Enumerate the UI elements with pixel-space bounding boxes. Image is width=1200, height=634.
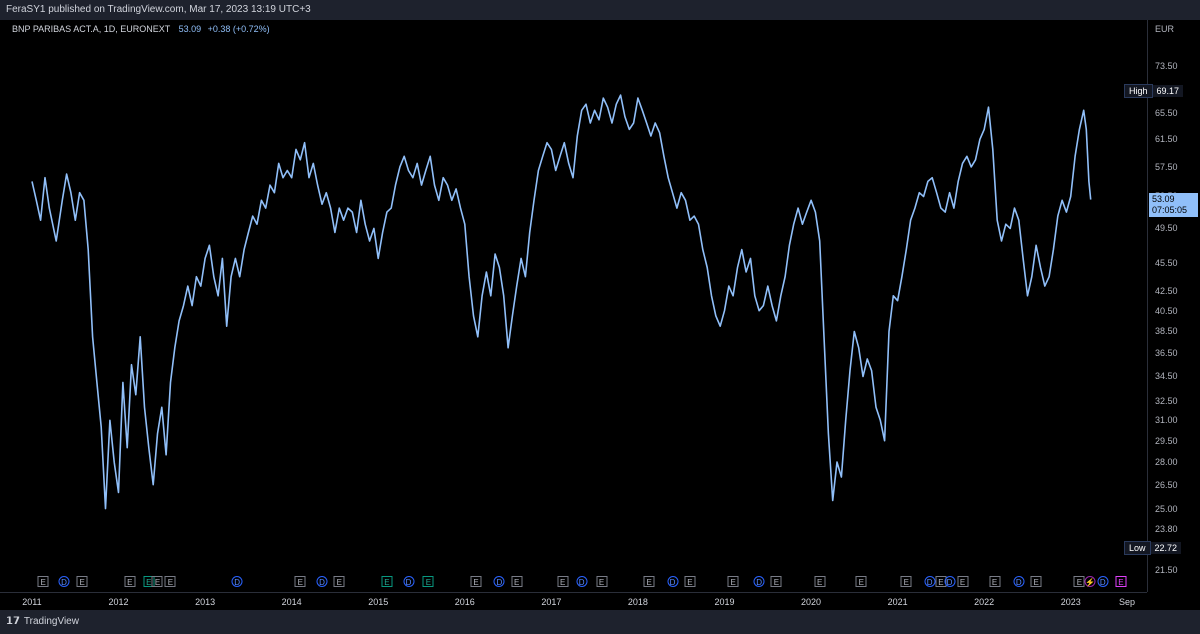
earnings-marker-icon[interactable]: E <box>164 576 176 587</box>
y-tick-label: 65.50 <box>1155 108 1178 119</box>
currency-label: EUR <box>1155 24 1175 34</box>
dividend-marker-icon[interactable]: D <box>493 576 505 587</box>
price-chart <box>31 94 1092 510</box>
earnings-marker-icon[interactable]: E <box>814 576 826 587</box>
y-tick-label: 25.00 <box>1155 503 1178 514</box>
y-tick-label: 36.50 <box>1155 348 1178 359</box>
low-label: Low <box>1124 540 1151 555</box>
dividend-marker-icon[interactable]: D <box>316 576 328 587</box>
earnings-marker-icon[interactable]: E <box>684 576 696 587</box>
dividend-marker-icon[interactable]: D <box>1013 576 1025 587</box>
earnings-marker-icon[interactable]: E <box>333 576 345 587</box>
earnings-marker-icon[interactable]: E <box>76 576 88 587</box>
low-marker: Low 22.72 <box>1124 540 1182 555</box>
earnings-marker-icon[interactable]: E <box>1115 576 1127 587</box>
earnings-marker-icon[interactable]: E <box>727 576 739 587</box>
high-value: 69.17 <box>1152 85 1184 98</box>
y-tick-label: 40.50 <box>1155 305 1178 316</box>
earnings-marker-icon[interactable]: E <box>37 576 49 587</box>
footer-bar <box>0 610 1200 634</box>
earnings-marker-icon[interactable]: E <box>855 576 867 587</box>
x-tick-label: 2023 <box>1060 597 1081 607</box>
y-tick-label: 26.50 <box>1155 479 1178 490</box>
y-tick-label: 28.00 <box>1155 457 1178 468</box>
dividend-marker-icon[interactable]: D <box>58 576 70 587</box>
y-tick-label: 32.50 <box>1155 395 1178 406</box>
earnings-marker-icon[interactable]: E <box>989 576 1001 587</box>
x-tick-label: 2018 <box>627 597 648 607</box>
x-tick-label: 2013 <box>195 597 216 607</box>
price-series-line <box>31 94 1092 510</box>
x-tick-label: 2015 <box>368 597 389 607</box>
x-tick-label: 2022 <box>974 597 995 607</box>
x-tick-label: 2012 <box>108 597 129 607</box>
symbol-name: BNP PARIBAS ACT.A, 1D, EURONEXT <box>12 24 171 34</box>
bar-countdown: 07:05:05 <box>1152 204 1188 215</box>
y-tick-label: 23.80 <box>1155 523 1178 534</box>
y-tick-label: 29.50 <box>1155 435 1178 446</box>
high-label: High <box>1124 84 1153 99</box>
y-tick-label: 45.50 <box>1155 257 1178 268</box>
x-tick-label: Sep <box>1118 597 1136 607</box>
y-tick-label: 57.50 <box>1155 161 1178 172</box>
x-tick-label: 2017 <box>541 597 562 607</box>
tradingview-logo-icon: 𝟭𝟳 <box>6 616 20 627</box>
earnings-marker-icon[interactable]: E <box>422 576 434 587</box>
dividend-marker-icon[interactable]: D <box>231 576 243 587</box>
low-value: 22.72 <box>1150 541 1182 554</box>
earnings-marker-icon[interactable]: E <box>511 576 523 587</box>
symbol-legend: BNP PARIBAS ACT.A, 1D, EURONEXT 53.09 +0… <box>12 24 270 34</box>
dividend-marker-icon[interactable]: D <box>753 576 765 587</box>
dividend-marker-icon[interactable]: D <box>924 576 936 587</box>
earnings-marker-icon[interactable]: E <box>557 576 569 587</box>
earnings-marker-icon[interactable]: E <box>381 576 393 587</box>
earnings-marker-icon[interactable]: E <box>470 576 482 587</box>
dividend-marker-icon[interactable]: D <box>576 576 588 587</box>
earnings-marker-icon[interactable]: E <box>151 576 163 587</box>
x-tick-label: 2011 <box>22 597 42 607</box>
dividend-marker-icon[interactable]: D <box>1097 576 1109 587</box>
y-tick-label: 38.50 <box>1155 326 1178 337</box>
x-tick-label: 2016 <box>454 597 475 607</box>
y-tick-label: 31.00 <box>1155 415 1178 426</box>
legend-change: +0.38 (+0.72%) <box>207 24 270 34</box>
earnings-marker-icon[interactable]: E <box>124 576 136 587</box>
earnings-marker-icon[interactable]: E <box>770 576 782 587</box>
earnings-marker-icon[interactable]: E <box>294 576 306 587</box>
high-marker: High 69.17 <box>1124 84 1184 99</box>
earnings-marker-icon[interactable]: E <box>900 576 912 587</box>
earnings-marker-icon[interactable]: E <box>643 576 655 587</box>
split-marker-icon[interactable]: ⚡ <box>1084 576 1096 587</box>
dividend-marker-icon[interactable]: D <box>403 576 415 587</box>
brand-name: TradingView <box>23 616 79 627</box>
earnings-marker-icon[interactable]: E <box>957 576 969 587</box>
legend-last-price: 53.09 <box>178 24 202 34</box>
earnings-marker-icon[interactable]: E <box>1073 576 1085 587</box>
earnings-marker-icon[interactable]: E <box>596 576 608 587</box>
x-tick-label: 2014 <box>281 597 302 607</box>
y-tick-label: 21.50 <box>1155 565 1178 576</box>
y-tick-label: 73.50 <box>1155 61 1178 72</box>
y-tick-label: 61.50 <box>1155 134 1178 145</box>
earnings-marker-icon[interactable]: E <box>1030 576 1042 587</box>
dividend-marker-icon[interactable]: D <box>944 576 956 587</box>
tradingview-brand[interactable]: 𝟭𝟳 TradingView <box>6 616 79 627</box>
last-price-value: 53.09 <box>1152 193 1175 204</box>
y-tick-label: 42.50 <box>1155 285 1178 296</box>
x-tick-label: 2020 <box>801 597 822 607</box>
last-price-tag: 53.09 07:05:05 <box>1149 192 1198 217</box>
x-tick-label: 2019 <box>714 597 735 607</box>
y-tick-label: 49.50 <box>1155 223 1178 234</box>
y-tick-label: 34.50 <box>1155 371 1178 382</box>
dividend-marker-icon[interactable]: D <box>667 576 679 587</box>
x-tick-label: 2021 <box>887 597 908 607</box>
